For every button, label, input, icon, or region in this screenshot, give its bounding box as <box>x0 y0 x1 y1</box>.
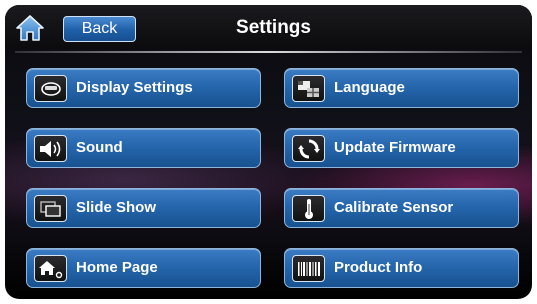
home-page-label: Home Page <box>76 259 158 276</box>
speaker-icon <box>34 135 67 162</box>
slideshow-icon <box>34 195 67 222</box>
language-flags-icon <box>292 75 325 102</box>
calibrate-sensor-button[interactable]: Calibrate Sensor <box>284 188 519 228</box>
update-firmware-label: Update Firmware <box>334 139 456 156</box>
display-settings-button[interactable]: Display Settings <box>26 68 261 108</box>
page-title: Settings <box>236 17 311 38</box>
slide-show-button[interactable]: Slide Show <box>26 188 261 228</box>
update-firmware-button[interactable]: Update Firmware <box>284 128 519 168</box>
product-info-button[interactable]: Product Info <box>284 248 519 288</box>
thermometer-icon <box>292 195 325 222</box>
barcode-icon <box>292 255 325 282</box>
refresh-icon <box>292 135 325 162</box>
sound-button[interactable]: Sound <box>26 128 261 168</box>
language-label: Language <box>334 79 405 96</box>
display-icon <box>34 75 67 102</box>
display-settings-label: Display Settings <box>76 79 193 96</box>
sound-label: Sound <box>76 139 123 156</box>
home-page-button[interactable]: Home Page <box>26 248 261 288</box>
slide-show-label: Slide Show <box>76 199 157 216</box>
header-divider <box>15 51 522 53</box>
language-button[interactable]: Language <box>284 68 519 108</box>
settings-screen: Back Settings Display Settings Language <box>5 5 532 299</box>
product-info-label: Product Info <box>334 259 423 276</box>
home-page-icon <box>34 255 67 282</box>
calibrate-sensor-label: Calibrate Sensor <box>334 199 454 216</box>
